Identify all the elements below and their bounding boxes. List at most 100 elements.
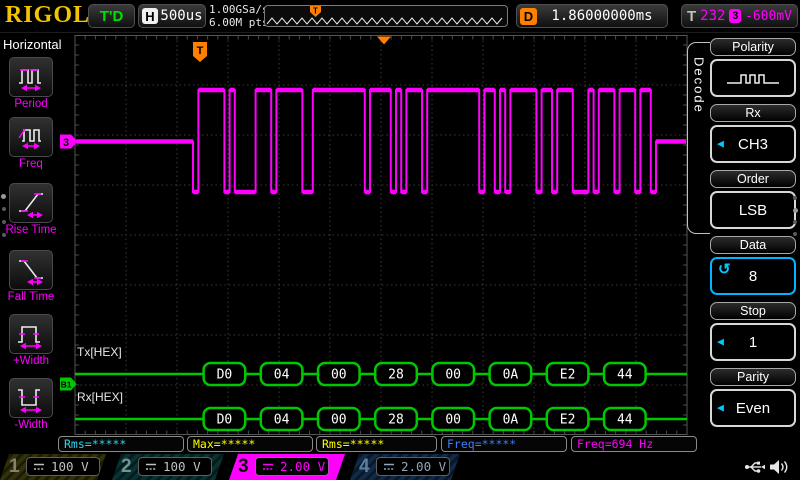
coupling-dc-icon [262,462,274,472]
waveform-position-preview[interactable]: T [264,5,508,27]
measurement-readout[interactable]: Rms=***** [316,436,437,452]
decode-rx-byte-value: 44 [617,413,633,428]
menu-item-rx[interactable]: Rx ◀ CH3 [710,104,796,163]
menu-item-title: Polarity [710,38,796,56]
decode-tx-byte-value: 28 [388,368,404,383]
page-dot [793,220,797,224]
right-menu-tab[interactable]: Decode [687,42,710,234]
left-menu-item-fall-time[interactable]: Fall Time [4,250,58,303]
measurement-readout[interactable]: Max=***** [187,436,313,452]
page-dot [2,220,6,224]
trigger-position-flag-label: T [197,45,204,57]
decode-rx-byte-value: 00 [445,413,461,428]
decode-tx-byte-value: 00 [331,368,347,383]
left-menu-item-freq[interactable]: Freq [4,117,58,170]
channel-3-active[interactable]: 3 2.00 V [229,454,345,480]
channel-scale-value: 2.00 V [280,459,325,474]
decode-tx-byte-value: D0 [217,368,233,383]
delay-readout-box[interactable]: D 1.86000000ms [516,4,668,28]
brand-logo: RIGOL [5,2,90,29]
chevron-left-icon: ◀ [717,139,724,150]
decode-rx-label: Rx[HEX] [77,390,123,404]
left-menu-item--width[interactable]: +Width [4,314,58,367]
channel-number: 2 [121,456,132,478]
menu-item-value: CH3 [738,136,768,153]
page-dot [793,196,797,200]
channel-1[interactable]: 1 100 V [0,454,106,480]
channel-number: 3 [238,456,249,478]
page-dot [1,194,6,199]
menu-item-value: LSB [739,202,767,219]
trigger-source-badge: 3 [729,9,741,23]
left-menu-item-label: +Width [4,355,58,367]
menu-item-stop[interactable]: Stop ◀1 [710,302,796,361]
channel-2[interactable]: 2 100 V [112,454,224,480]
left-menu-item--width[interactable]: -Width [4,378,58,431]
menu-item-title: Parity [710,368,796,386]
polarity-pulse-icon [722,67,784,89]
right-menu-tab-label: Decode [692,57,707,114]
menu-item-value-box[interactable]: ◀1 [710,323,796,361]
channel-scale-value: 2.00 V [401,459,446,474]
channel-scale-value: 100 V [51,459,89,474]
menu-item-value-box[interactable]: ◀ CH3 [710,125,796,163]
channel-scale-box: 2.00 V [255,457,329,476]
trigger-status-badge: T'D [88,4,135,28]
menu-item-value-box[interactable]: LSB [710,191,796,229]
timebase-value: 500us [158,8,205,24]
trigger-readout-box[interactable]: T 232 3 -600mV [681,4,798,28]
fall-time-icon [9,250,53,290]
channel-scale-box: 100 V [26,457,100,476]
measurement-readout[interactable]: Rms=***** [58,436,184,452]
delay-value: 1.86000000ms [537,8,667,24]
memory-depth: 6.00M pts [209,16,269,29]
h-badge-icon: H [142,8,158,24]
menu-item-title: Data [710,236,796,254]
left-menu-item-rise-time[interactable]: Rise Time [4,183,58,236]
plus-width-icon [9,314,53,354]
channel-status-bar: 1100 V2100 V32.00 V42.00 V [0,454,800,480]
preview-wave-icon [265,6,505,26]
menu-item-title: Rx [710,104,796,122]
coupling-dc-icon [145,462,157,472]
menu-item-data[interactable]: Data ↺8 [710,236,796,295]
svg-text:T: T [313,7,318,16]
left-menu-item-period[interactable]: Period [4,57,58,110]
channel-number: 1 [9,456,20,478]
sample-rate: 1.00GSa/s [209,3,269,16]
page-dot [2,233,6,237]
page-dot [2,207,6,211]
coupling-dc-icon [383,462,395,472]
channel-4[interactable]: 42.00 V [350,454,460,480]
menu-item-value-box[interactable] [710,59,796,97]
left-menu-item-label: -Width [4,419,58,431]
menu-item-order[interactable]: Order LSB [710,170,796,229]
channel-scale-value: 100 V [163,459,201,474]
menu-item-title: Order [710,170,796,188]
decode-rx-byte-value: 0A [503,413,519,428]
trigger-type: 232 [700,8,725,24]
menu-item-value-box[interactable]: ◀Even [710,389,796,427]
measurement-readout[interactable]: Freq=694 Hz [571,436,697,452]
horizontal-center-marker-icon[interactable] [377,37,391,45]
measurement-readout[interactable]: Freq=***** [441,436,567,452]
left-menu-item-label: Rise Time [4,224,58,236]
menu-item-value: Even [736,400,770,417]
decode-rx-byte-value: E2 [560,413,576,428]
bus1-marker-label: B1 [61,379,72,389]
left-menu-item-label: Fall Time [4,291,58,303]
trigger-label: T [687,8,696,25]
menu-item-value-box[interactable]: ↺8 [710,257,796,295]
horizontal-timebase-box[interactable]: H 500us [138,4,206,28]
decode-rx-byte-value: 00 [331,413,347,428]
rise-time-icon [9,183,53,223]
menu-item-parity[interactable]: Parity ◀Even [710,368,796,427]
menu-item-polarity[interactable]: Polarity [710,38,796,97]
preview-trigger-marker-icon[interactable]: T [309,5,322,18]
menu-item-title: Stop [710,302,796,320]
freq-icon [9,117,53,157]
top-status-bar: RIGOL T'D H 500us 1.00GSa/s 6.00M pts T … [0,0,800,33]
channel-scale-box: 2.00 V [376,457,450,476]
chevron-left-icon: ◀ [717,337,724,348]
oscilloscope-screen: RIGOL T'D H 500us 1.00GSa/s 6.00M pts T … [0,0,800,480]
